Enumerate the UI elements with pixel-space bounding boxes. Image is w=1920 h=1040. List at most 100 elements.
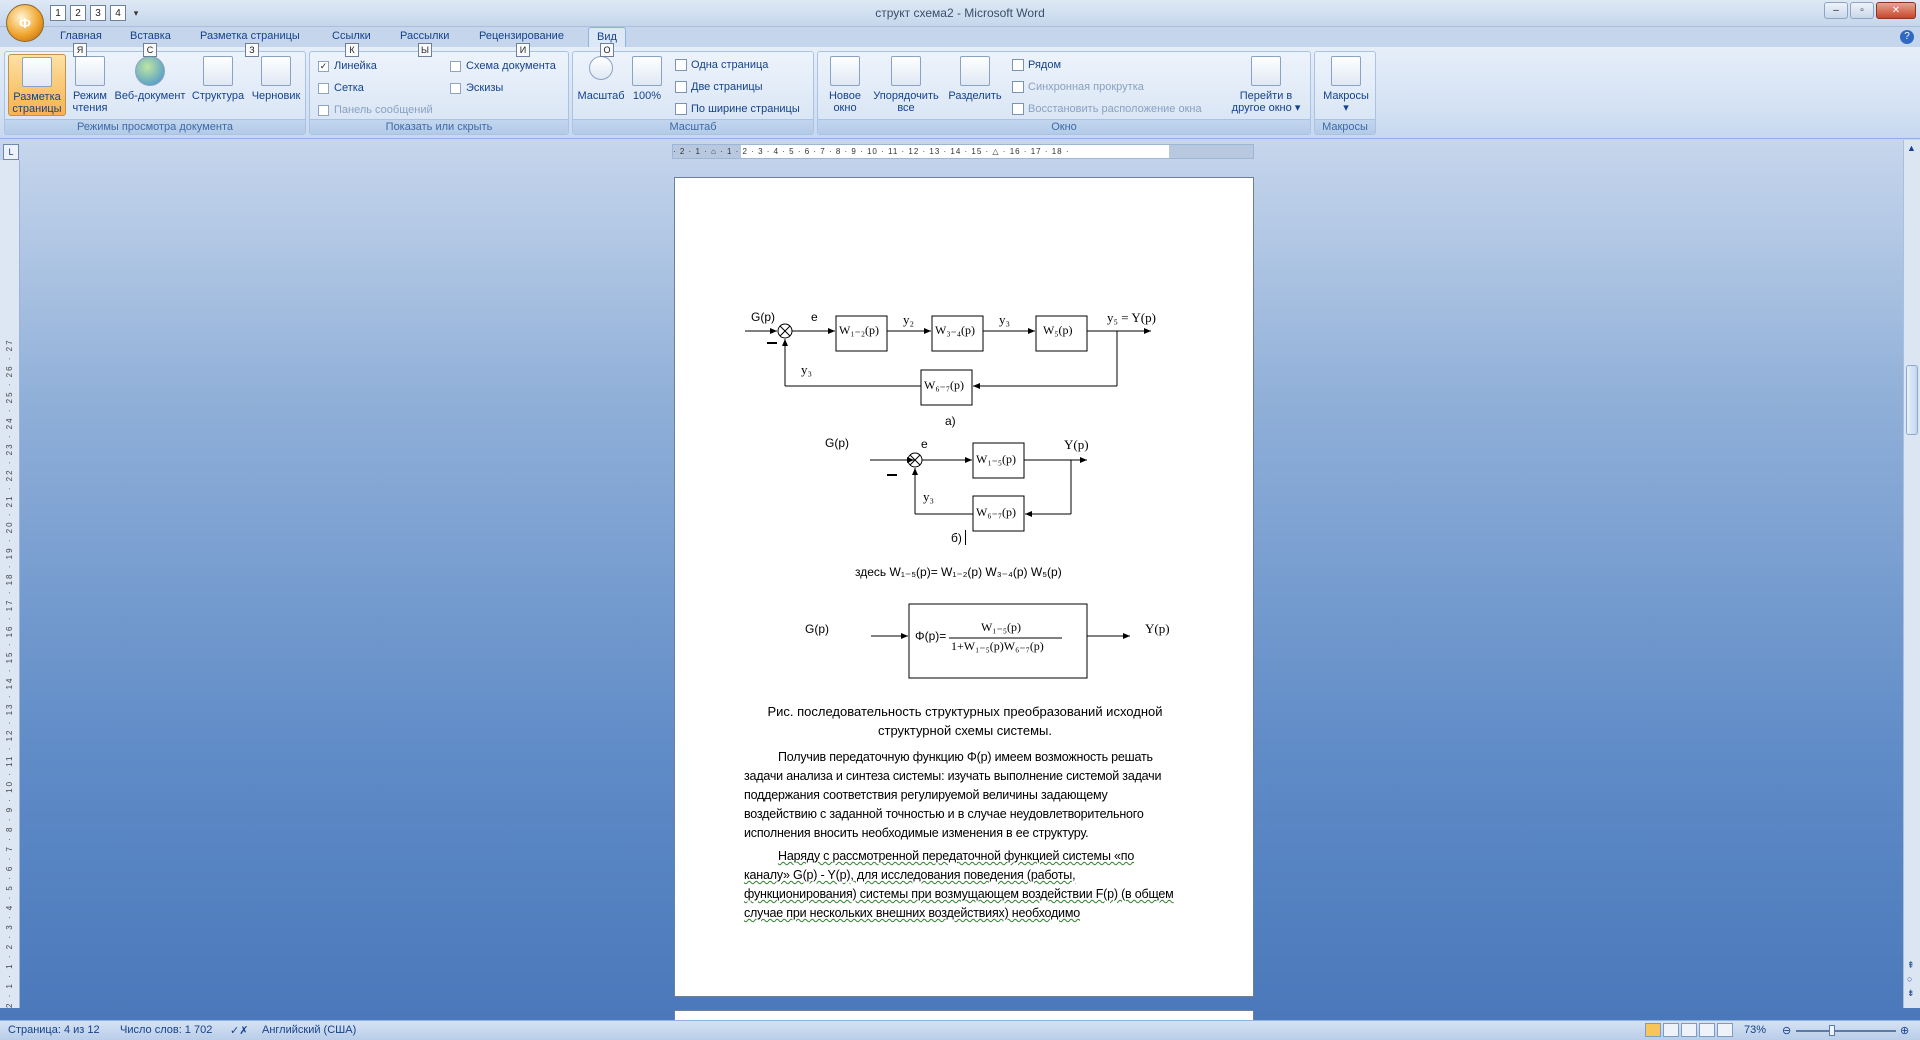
grid-checkbox[interactable]: Сетка — [318, 82, 364, 94]
draft-button[interactable]: Черновик — [247, 54, 305, 102]
minimize-button[interactable]: – — [1824, 2, 1848, 19]
close-button[interactable]: ✕ — [1876, 2, 1916, 19]
document-page[interactable]: G(p) e W₁₋₂(p) y₂ W₃₋₄(p) y₃ W₅(p) y₅ = … — [674, 177, 1254, 997]
maximize-button[interactable]: ▫ — [1850, 2, 1874, 19]
ribbon: Разметка страницы Режим чтения Веб-докум… — [0, 47, 1920, 139]
scroll-thumb[interactable] — [1906, 365, 1918, 435]
thumbnails-checkbox[interactable]: Эскизы — [450, 82, 503, 94]
diagram-a-error: e — [811, 310, 818, 324]
select-browse-object-icon[interactable]: ○ — [1907, 974, 1912, 984]
draft-icon — [261, 56, 291, 86]
page-count[interactable]: Страница: 4 из 12 — [8, 1024, 100, 1036]
switch-windows-button[interactable]: Перейти в другое окно ▾ — [1224, 54, 1308, 114]
next-page-icon[interactable]: ⇟ — [1907, 988, 1915, 999]
split-button[interactable]: Разделить — [944, 54, 1006, 102]
spellcheck-icon[interactable]: ✓✗ — [230, 1024, 248, 1037]
group-window: Новое окно Упорядочить все Разделить Ряд… — [817, 51, 1311, 135]
reading-mode-icon — [75, 56, 105, 86]
zoom-100-button[interactable]: 100% — [629, 54, 665, 102]
reset-position-icon — [1012, 103, 1024, 115]
new-window-button[interactable]: Новое окно — [822, 54, 868, 114]
keytip-mailings: Ы — [418, 43, 432, 57]
arrange-all-icon — [891, 56, 921, 86]
tab-page-layout[interactable]: Разметка страницы — [200, 30, 300, 42]
draft-view-icon[interactable] — [1717, 1023, 1733, 1037]
vertical-scrollbar[interactable]: ▲ ⇞ ○ ⇟ — [1903, 140, 1920, 1008]
page-width-icon — [675, 103, 687, 115]
tab-insert[interactable]: Вставка — [130, 30, 171, 42]
vertical-ruler[interactable]: 2 · 1 · 1 · 2 · 3 · 4 · 5 · 6 · 7 · 8 · … — [0, 160, 20, 1008]
group-show-hide: ✓ Линейка Сетка Панель сообщений Схема до… — [309, 51, 569, 135]
outline-view-icon[interactable] — [1699, 1023, 1715, 1037]
side-by-side-icon — [1012, 59, 1024, 71]
diagram-a-input: G(p) — [751, 310, 775, 324]
word-count[interactable]: Число слов: 1 702 — [120, 1024, 212, 1036]
outline-button[interactable]: Структура — [189, 54, 247, 102]
block-w67-b-label: W₆₋₇(p) — [976, 505, 1017, 519]
tab-review[interactable]: Рецензирование — [479, 30, 564, 42]
web-layout-button[interactable]: Веб-документ — [111, 54, 189, 102]
side-by-side-button[interactable]: Рядом — [1012, 59, 1061, 71]
tab-home[interactable]: Главная — [60, 30, 102, 42]
split-icon — [960, 56, 990, 86]
zoom-in-icon[interactable]: ⊕ — [1900, 1024, 1909, 1037]
sync-scroll-button[interactable]: Синхронная прокрутка — [1012, 81, 1144, 93]
group-label-zoom: Масштаб — [573, 119, 813, 134]
paragraph-2: Наряду с рассмотренной передаточной функ… — [744, 849, 1174, 920]
diagram-c-input: G(p) — [805, 622, 829, 636]
sync-scroll-icon — [1012, 81, 1024, 93]
language[interactable]: Английский (США) — [262, 1024, 356, 1036]
paragraph-1: Получив передаточную функцию Φ(p) имеем … — [744, 750, 1162, 840]
block-w34-label: W₃₋₄(p) — [935, 323, 976, 337]
print-layout-view-icon[interactable] — [1645, 1023, 1661, 1037]
web-view-icon[interactable] — [1681, 1023, 1697, 1037]
diagram-a-output: y₅ = Y(p) — [1107, 310, 1156, 325]
zoom-slider[interactable] — [1796, 1030, 1896, 1032]
reset-window-position-button[interactable]: Восстановить расположение окна — [1012, 103, 1202, 115]
macros-button[interactable]: Макросы ▾ — [1319, 54, 1373, 114]
ruler-checkbox[interactable]: ✓ Линейка — [318, 60, 377, 72]
phi-label: Φ(p)= — [915, 629, 947, 643]
diagram-b-caption: б) — [951, 531, 962, 545]
new-window-icon — [830, 56, 860, 86]
group-label-window: Окно — [818, 119, 1310, 134]
zoom-button[interactable]: Масштаб — [575, 54, 627, 102]
zoom-level[interactable]: 73% — [1744, 1024, 1766, 1036]
keytip-insert: С — [143, 43, 157, 57]
keytip-home: Я — [73, 43, 87, 57]
scroll-up-icon[interactable]: ▲ — [1907, 143, 1916, 153]
message-bar-checkbox[interactable]: Панель сообщений — [318, 104, 433, 116]
signal-y3: y₃ — [999, 312, 1011, 327]
block-w12-label: W₁₋₂(p) — [839, 323, 880, 337]
status-bar: Страница: 4 из 12 Число слов: 1 702 ✓✗ А… — [0, 1020, 1920, 1040]
diagram-b-error: e — [921, 437, 928, 451]
one-page-button[interactable]: Одна страница — [675, 59, 768, 71]
group-view-modes: Разметка страницы Режим чтения Веб-докум… — [4, 51, 306, 135]
prev-page-icon[interactable]: ⇞ — [1907, 960, 1915, 971]
ruler-tab-selector[interactable]: L — [3, 144, 19, 160]
office-button[interactable]: Ф — [6, 4, 44, 42]
horizontal-ruler[interactable]: · 2 · 1 · ⌂ · 1 · 2 · 3 · 4 · 5 · 6 · 7 … — [672, 144, 1254, 159]
two-pages-button[interactable]: Две страницы — [675, 81, 763, 93]
zoom-out-icon[interactable]: ⊖ — [1782, 1024, 1791, 1037]
tab-mailings[interactable]: Рассылки — [400, 30, 449, 42]
document-area[interactable]: L · 2 · 1 · ⌂ · 1 · 2 · 3 · 4 · 5 · 6 · … — [0, 140, 1920, 1030]
arrange-all-button[interactable]: Упорядочить все — [868, 54, 944, 114]
globe-icon — [135, 56, 165, 86]
title-bar: 1 2 3 4 ▾ структ схема2 - Microsoft Word… — [0, 0, 1920, 27]
tab-references[interactable]: Ссылки — [332, 30, 371, 42]
figure-caption: Рис. последовательность структурных прео… — [767, 704, 1163, 738]
phi-numerator: W₁₋₅(p) — [981, 620, 1022, 634]
diagram-c-output: Y(p) — [1145, 621, 1170, 636]
help-icon[interactable]: ? — [1900, 30, 1914, 44]
page-100-icon — [632, 56, 662, 86]
group-label-view-modes: Режимы просмотра документа — [5, 119, 305, 134]
reading-view-icon[interactable] — [1663, 1023, 1679, 1037]
zoom-slider-thumb[interactable] — [1829, 1025, 1835, 1036]
switch-windows-icon — [1251, 56, 1281, 86]
keytip-page-layout: З — [245, 43, 259, 57]
reading-mode-button[interactable]: Режим чтения — [67, 54, 113, 114]
doc-map-checkbox[interactable]: Схема документа — [450, 60, 556, 72]
page-width-button[interactable]: По ширине страницы — [675, 103, 800, 115]
print-layout-button[interactable]: Разметка страницы — [8, 54, 66, 116]
